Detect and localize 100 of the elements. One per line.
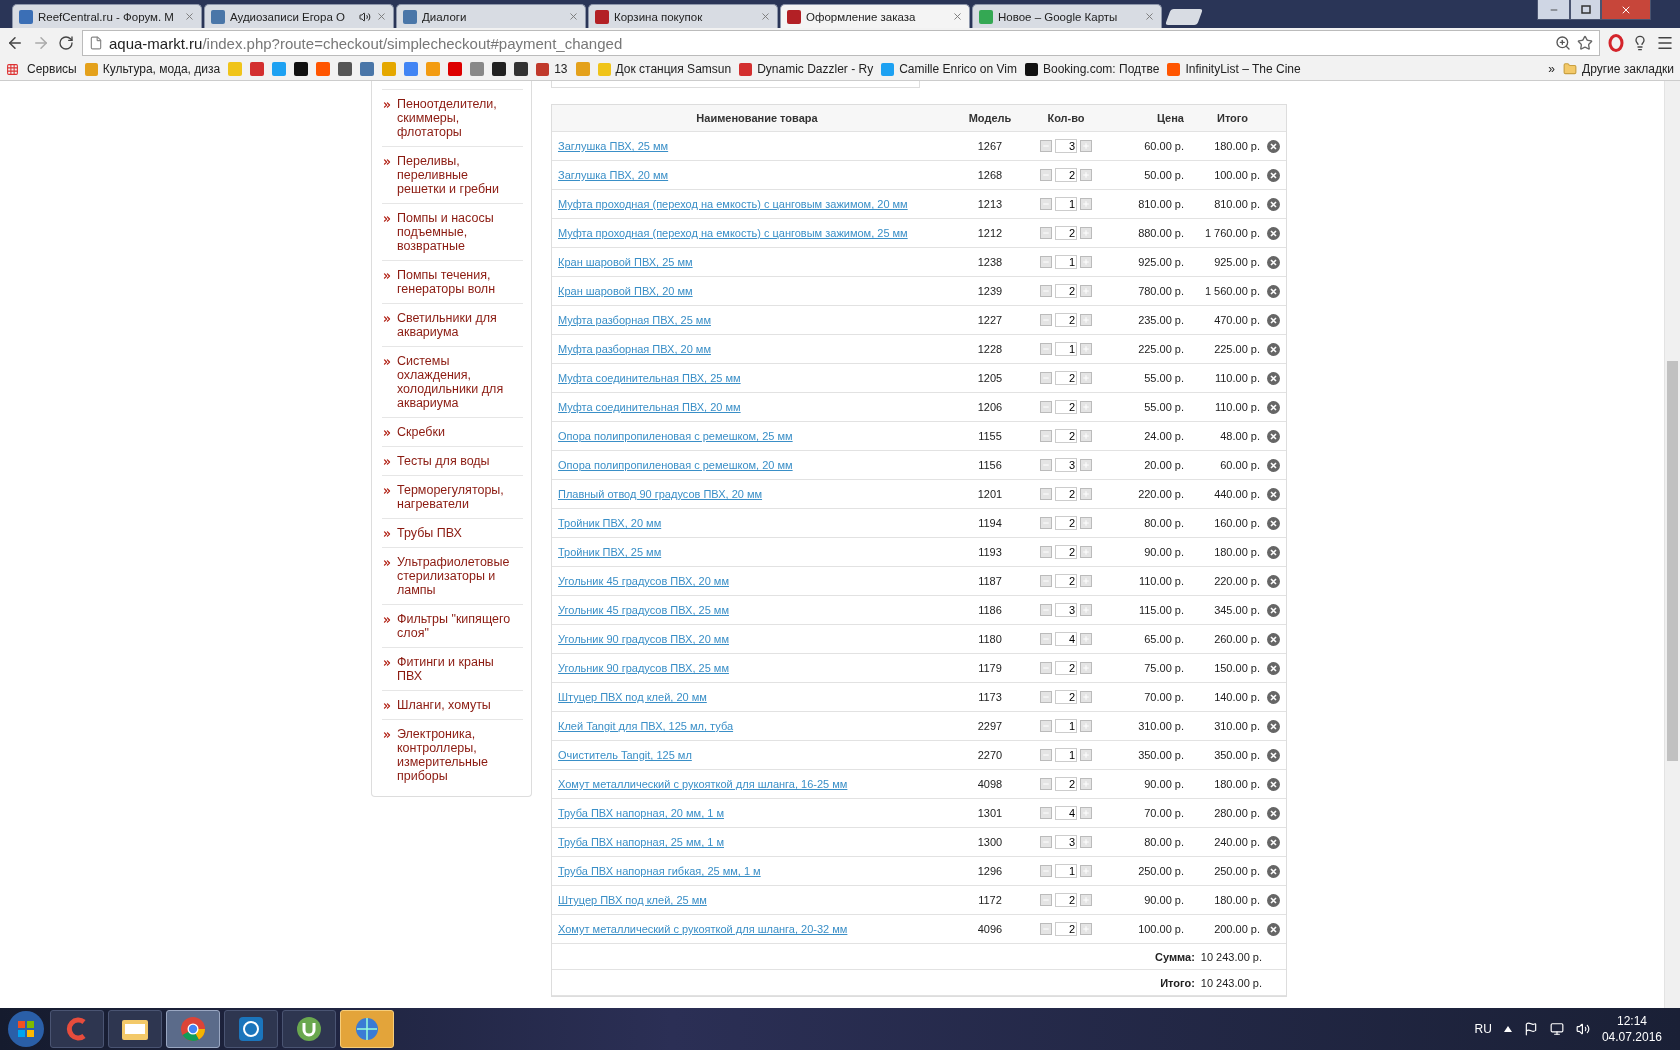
remove-icon[interactable] (1266, 342, 1280, 356)
category-link[interactable]: Шланги, хомуты (397, 698, 519, 712)
category-link[interactable]: Пеноотделители, скиммеры, флотаторы (397, 97, 519, 139)
category-link[interactable]: Помпы и насосы подъемные, возвратные (397, 211, 519, 253)
product-link[interactable]: Угольник 90 градусов ПВХ, 20 мм (558, 633, 729, 645)
bookmark-link[interactable]: Booking.com: Подтве (1025, 62, 1160, 76)
remove-icon[interactable] (1266, 458, 1280, 472)
product-link[interactable]: Штуцер ПВХ под клей, 25 мм (558, 894, 707, 906)
start-orb-icon[interactable] (6, 1009, 46, 1049)
bookmark-icon[interactable] (514, 62, 529, 76)
quantity-field[interactable]: 2 (1055, 226, 1077, 240)
bookmark-link[interactable]: Сервисы (27, 62, 77, 76)
remove-icon[interactable] (1266, 603, 1280, 617)
category-link[interactable]: Светильники для аквариума (397, 311, 519, 339)
remove-icon[interactable] (1266, 255, 1280, 269)
browser-tab[interactable]: Диалоги (396, 4, 586, 28)
product-link[interactable]: Штуцер ПВХ под клей, 20 мм (558, 691, 707, 703)
remove-icon[interactable] (1266, 893, 1280, 907)
clock[interactable]: 12:14 04.07.2016 (1601, 1014, 1662, 1044)
remove-icon[interactable] (1266, 690, 1280, 704)
product-link[interactable]: Заглушка ПВХ, 25 мм (558, 140, 669, 152)
product-link[interactable]: Муфта разборная ПВХ, 20 мм (558, 343, 711, 355)
remove-icon[interactable] (1266, 661, 1280, 675)
quantity-field[interactable]: 1 (1055, 748, 1077, 762)
remove-icon[interactable] (1266, 719, 1280, 733)
product-link[interactable]: Труба ПВХ напорная, 20 мм, 1 м (558, 807, 724, 819)
product-link[interactable]: Муфта проходная (переход на емкость) с цанговым зажимом, 20 мм (558, 198, 908, 210)
close-icon[interactable] (1144, 11, 1155, 22)
category-link[interactable]: Трубы ПВХ (397, 526, 519, 540)
product-link[interactable]: Кран шаровой ПВХ, 20 мм (558, 285, 693, 297)
bookmark-icon[interactable] (294, 62, 309, 76)
quantity-field[interactable]: 1 (1055, 197, 1077, 211)
bookmark-folder[interactable]: Другие закладки (1563, 62, 1674, 76)
category-link[interactable]: Электроника, контроллеры, измерительные приборы (397, 727, 519, 783)
remove-icon[interactable] (1266, 487, 1280, 501)
category-link[interactable]: Помпы течения, генераторы волн (397, 268, 519, 296)
quantity-field[interactable]: 3 (1055, 139, 1077, 153)
product-link[interactable]: Очиститель Tangit, 125 мл (558, 749, 692, 761)
quantity-field[interactable]: 2 (1055, 661, 1077, 675)
product-link[interactable]: Угольник 90 градусов ПВХ, 25 мм (558, 662, 729, 674)
remove-icon[interactable] (1266, 748, 1280, 762)
extension-icon[interactable] (1608, 34, 1624, 52)
product-link[interactable]: Опора полипропиленовая с ремешком, 20 мм (558, 459, 793, 471)
browser-tab[interactable]: Новое – Google Карты (972, 4, 1162, 28)
category-link[interactable]: Тесты для воды (397, 454, 519, 468)
remove-icon[interactable] (1266, 632, 1280, 646)
product-link[interactable]: Опора полипропиленовая с ремешком, 25 мм (558, 430, 793, 442)
remove-icon[interactable] (1266, 574, 1280, 588)
product-link[interactable]: Труба ПВХ напорная гибкая, 25 мм, 1 м (558, 865, 761, 877)
category-link[interactable]: Терморегуляторы, нагреватели (397, 483, 519, 511)
quantity-field[interactable]: 2 (1055, 313, 1077, 327)
remove-icon[interactable] (1266, 864, 1280, 878)
category-link[interactable]: Переливы, переливные решетки и гребни (397, 154, 519, 196)
zoom-icon[interactable] (1555, 35, 1571, 51)
quantity-field[interactable]: 1 (1055, 255, 1077, 269)
quantity-field[interactable]: 2 (1055, 400, 1077, 414)
product-link[interactable]: Хомут металлический с рукояткой для шланга, 20-32 мм (558, 923, 848, 935)
browser-tab[interactable]: Оформление заказа (780, 4, 970, 28)
browser-tab[interactable]: Аудиозаписи Егора О (204, 4, 394, 28)
product-link[interactable]: Угольник 45 градусов ПВХ, 20 мм (558, 575, 729, 587)
quantity-field[interactable]: 2 (1055, 545, 1077, 559)
remove-icon[interactable] (1266, 139, 1280, 153)
remove-icon[interactable] (1266, 197, 1280, 211)
close-icon[interactable] (376, 11, 387, 22)
browser-tab[interactable]: ReefCentral.ru - Форум. M (12, 4, 202, 28)
product-link[interactable]: Тройник ПВХ, 20 мм (558, 517, 662, 529)
close-icon[interactable] (568, 11, 579, 22)
volume-icon[interactable] (1575, 1022, 1590, 1036)
scrollbar[interactable] (1664, 81, 1680, 1008)
remove-icon[interactable] (1266, 835, 1280, 849)
product-link[interactable]: Клей Tangit для ПВХ, 125 мл, туба (558, 720, 734, 732)
category-link[interactable]: Фитинги и краны ПВХ (397, 655, 519, 683)
quantity-field[interactable]: 3 (1055, 458, 1077, 472)
remove-icon[interactable] (1266, 806, 1280, 820)
remove-icon[interactable] (1266, 922, 1280, 936)
bookmark-link[interactable]: Культура, мода, диза (84, 62, 221, 76)
quantity-field[interactable]: 4 (1055, 806, 1077, 820)
product-link[interactable]: Муфта соединительная ПВХ, 25 мм (558, 372, 741, 384)
new-tab-button[interactable] (1165, 9, 1203, 25)
browser-tab[interactable]: Корзина покупок (588, 4, 778, 28)
quantity-field[interactable]: 2 (1055, 922, 1077, 936)
quantity-field[interactable]: 2 (1055, 168, 1077, 182)
quantity-field[interactable]: 4 (1055, 632, 1077, 646)
star-icon[interactable] (1577, 35, 1593, 51)
network-icon[interactable] (1549, 1022, 1564, 1036)
quantity-field[interactable]: 2 (1055, 487, 1077, 501)
quantity-field[interactable]: 2 (1055, 574, 1077, 588)
remove-icon[interactable] (1266, 371, 1280, 385)
quantity-field[interactable]: 1 (1055, 719, 1077, 733)
bookmark-link[interactable]: InfinityList – The Cine (1167, 62, 1301, 76)
quantity-field[interactable]: 1 (1055, 864, 1077, 878)
address-bar[interactable]: aqua-markt.ru/index.php?route=checkout/simplecheckout#payment_changed (82, 30, 1600, 56)
product-link[interactable]: Хомут металлический с рукояткой для шланга, 16-25 мм (558, 778, 848, 790)
bookmark-link[interactable]: Док станция Samsun (597, 62, 732, 76)
quantity-field[interactable]: 2 (1055, 777, 1077, 791)
quantity-field[interactable]: 2 (1055, 429, 1077, 443)
quantity-field[interactable]: 2 (1055, 516, 1077, 530)
product-link[interactable]: Заглушка ПВХ, 20 мм (558, 169, 669, 181)
taskbar-button[interactable] (224, 1010, 278, 1048)
flag-icon[interactable] (1523, 1022, 1538, 1036)
